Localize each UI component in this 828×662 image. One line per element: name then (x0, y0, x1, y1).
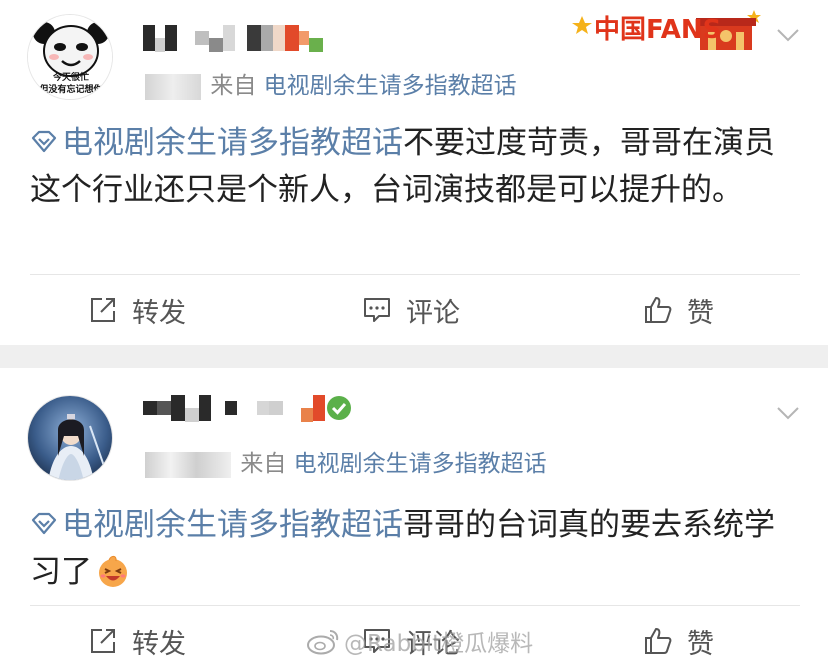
comment-button[interactable]: 评论 (362, 611, 460, 662)
repost-label: 转发 (132, 297, 186, 329)
username-redacted[interactable] (143, 24, 323, 52)
username-redacted[interactable] (143, 394, 353, 422)
feed-post: 今天很忙 但没有忘记想你 来自 电视剧余生请多指教超话 中国FANS 电视剧余生… (0, 0, 828, 345)
avatar-caption-line: 今天很忙 (52, 73, 89, 83)
avatar-caption-line: 但没有忘记想你 (39, 85, 103, 95)
post-content: 电视剧余生请多指教超话不要过度苛责，哥哥在演员这个行业还只是个新人，台词演技都是… (30, 120, 800, 214)
super-topic-icon (31, 130, 57, 153)
feed-post: 来自 电视剧余生请多指教超话 电视剧余生请多指教超话哥哥的台词真的要去系统学习了… (0, 368, 828, 662)
thumbs-up-icon (645, 628, 672, 654)
divider (30, 605, 800, 606)
comment-label: 评论 (406, 628, 460, 660)
costume-character-avatar-icon (28, 396, 112, 480)
fans-badge-text: 中国FANS (594, 15, 721, 45)
comment-icon (364, 298, 390, 322)
like-button[interactable]: 赞 (643, 611, 714, 662)
post-meta: 来自 电视剧余生请多指教超话 (145, 66, 517, 100)
chevron-down-icon[interactable] (775, 22, 801, 48)
meta-source-label: 来自 (240, 451, 287, 477)
laughing-emoji-icon (99, 555, 127, 587)
china-fans-badge-icon: 中国FANS (572, 10, 761, 50)
meta-topic-link[interactable]: 电视剧余生请多指教超话 (264, 73, 517, 99)
redacted-time (145, 73, 201, 100)
avatar[interactable]: 今天很忙 但没有忘记想你 (27, 14, 113, 100)
content-topic-link[interactable]: 电视剧余生请多指教超话 (62, 125, 403, 161)
like-label: 赞 (687, 628, 714, 660)
feed-separator (0, 345, 828, 368)
thumbs-up-icon (645, 297, 672, 323)
repost-button[interactable]: 转发 (88, 611, 186, 662)
redacted-time (145, 451, 231, 478)
comment-label: 评论 (406, 297, 460, 329)
like-label: 赞 (687, 297, 714, 329)
action-bar: 转发 评论 赞 (0, 611, 828, 662)
like-button[interactable]: 赞 (643, 280, 714, 340)
post-content: 电视剧余生请多指教超话哥哥的台词真的要去系统学习了 (30, 502, 800, 596)
avatar-caption: 今天很忙 但没有忘记想你 (28, 72, 112, 96)
chevron-down-icon[interactable] (775, 400, 801, 426)
comment-icon (364, 629, 390, 653)
avatar[interactable] (27, 395, 113, 481)
comment-button[interactable]: 评论 (362, 280, 460, 340)
post-meta: 来自 电视剧余生请多指教超话 (145, 444, 547, 478)
repost-icon (91, 298, 115, 322)
meta-source-label: 来自 (210, 73, 257, 99)
content-topic-link[interactable]: 电视剧余生请多指教超话 (62, 507, 403, 543)
divider (30, 274, 800, 275)
repost-button[interactable]: 转发 (88, 280, 186, 340)
verified-badge-icon (327, 396, 351, 420)
meta-topic-link[interactable]: 电视剧余生请多指教超话 (294, 451, 547, 477)
repost-icon (91, 629, 115, 653)
repost-label: 转发 (132, 628, 186, 660)
super-topic-icon (31, 512, 57, 535)
action-bar: 转发 评论 赞 (0, 280, 828, 340)
